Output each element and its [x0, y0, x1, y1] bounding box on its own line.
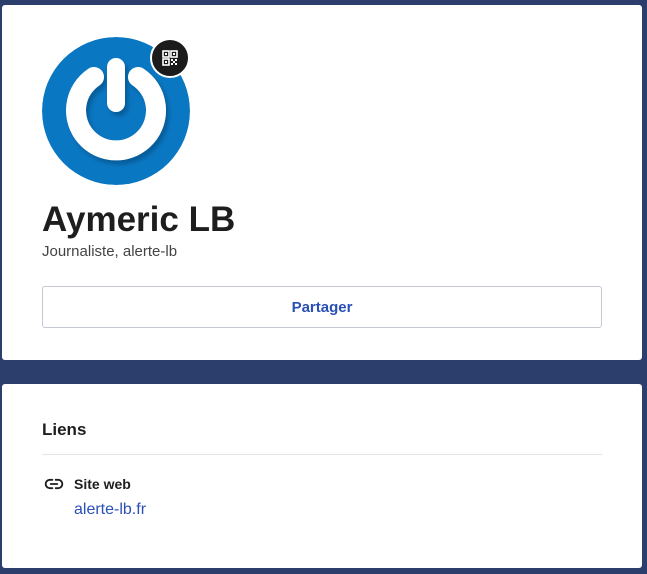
links-section-title: Liens	[42, 420, 87, 439]
profile-name: Aymeric LB	[42, 200, 236, 239]
link-icon	[44, 478, 64, 490]
profile-subtitle: Journaliste, alerte-lb	[42, 243, 178, 260]
website-link[interactable]: alerte-lb.fr	[74, 500, 146, 520]
share-button[interactable]: Partager	[42, 286, 602, 328]
qr-code-button[interactable]	[150, 38, 190, 78]
link-label: Site web	[74, 476, 131, 492]
profile-card: Aymeric LB Journaliste, alerte-lb Partag…	[2, 5, 642, 360]
qr-code-icon	[162, 50, 178, 66]
divider	[42, 454, 602, 455]
avatar-container	[42, 37, 190, 185]
links-card: Liens Site web alerte-lb.fr	[2, 384, 642, 568]
